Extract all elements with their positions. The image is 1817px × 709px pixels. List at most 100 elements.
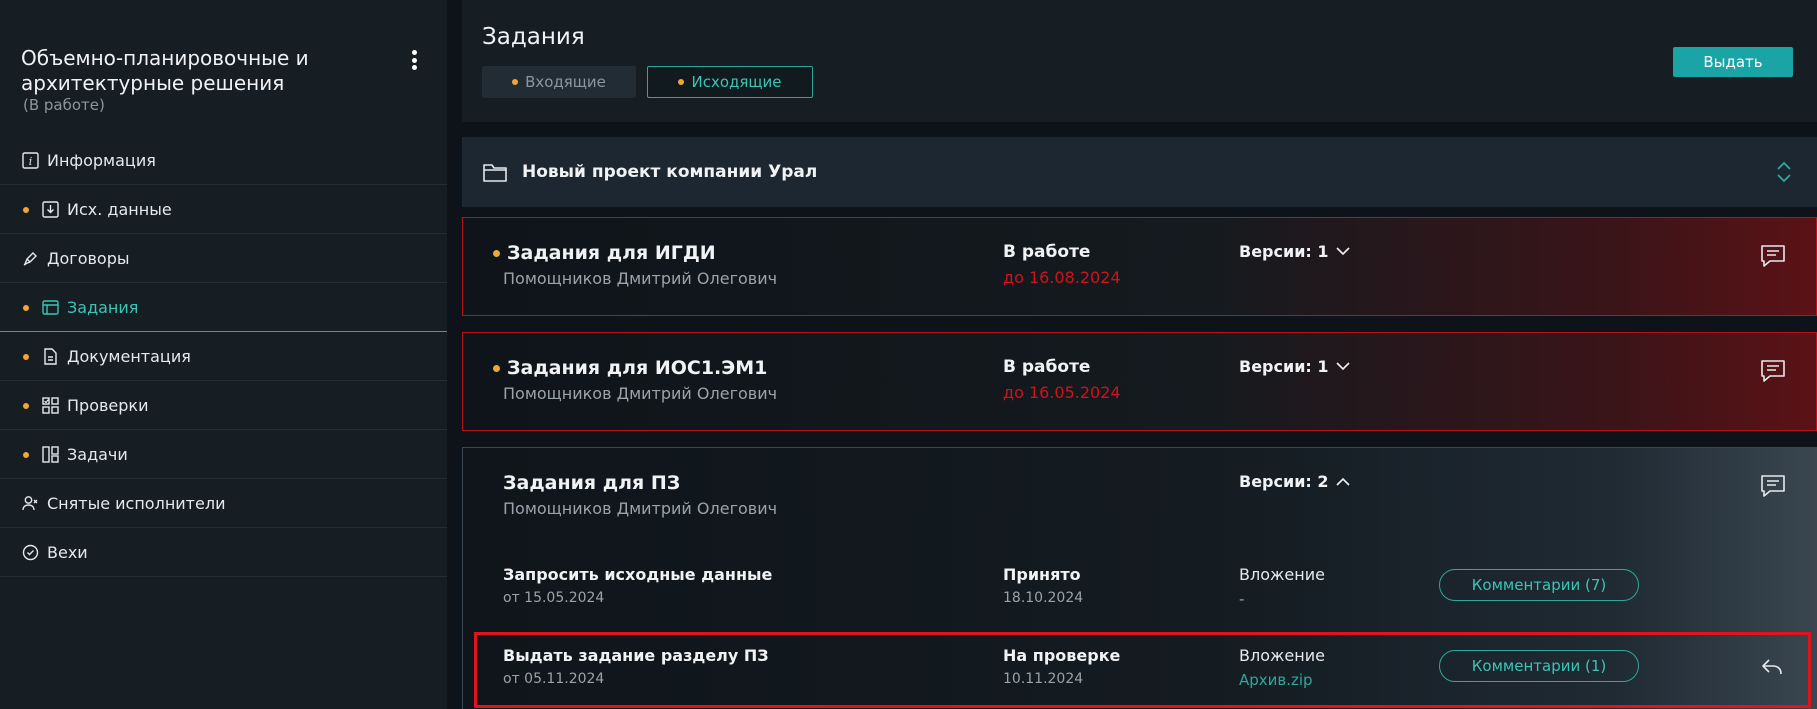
sidebar-item-label: Исх. данные [67, 199, 172, 219]
task-deadline: до 16.08.2024 [1003, 268, 1121, 287]
sidebar-item-label: Документация [67, 346, 191, 366]
sidebar-item-todo[interactable]: Задачи [0, 430, 447, 479]
grid-check-icon [41, 396, 59, 414]
task-status: В работе [1003, 357, 1091, 377]
task-author: Помощников Дмитрий Олегович [503, 384, 778, 403]
comment-icon[interactable] [1760, 474, 1786, 498]
attachment-link[interactable]: Архив.zip [1239, 671, 1313, 689]
sidebar-item-label: Задачи [67, 444, 128, 464]
sidebar-item-label: Снятые исполнители [47, 493, 226, 513]
sidebar-item-label: Задания [67, 297, 139, 317]
notification-dot [23, 354, 29, 360]
version-status: Принято [1003, 565, 1081, 584]
chevron-down-icon [1335, 247, 1350, 256]
folder-icon [483, 164, 507, 182]
version-status-date: 10.11.2024 [1003, 671, 1084, 687]
more-dot [411, 57, 417, 63]
pen-icon [21, 249, 39, 267]
comment-icon[interactable] [1760, 359, 1786, 383]
version-title: Запросить исходные данные [503, 565, 773, 584]
versions-label: Версии: 1 [1239, 242, 1329, 261]
task-author: Помощников Дмитрий Олегович [503, 269, 778, 288]
notification-dot [23, 305, 29, 311]
task-card[interactable]: Задания для ИГДИ Помощников Дмитрий Олег… [462, 217, 1817, 316]
attachment-label: Вложение [1239, 646, 1325, 665]
window-icon [41, 298, 59, 316]
more-dot [411, 50, 417, 55]
sidebar: Объемно-планировочные и архитектурные ре… [0, 0, 447, 709]
notification-dot [493, 249, 500, 257]
sidebar-item-source-data[interactable]: Исх. данные [0, 185, 447, 234]
sidebar-item-checks[interactable]: Проверки [0, 381, 447, 430]
task-title: Задания для ПЗ [503, 472, 680, 494]
sidebar-item-removed-executors[interactable]: Снятые исполнители [0, 479, 447, 528]
more-dot [411, 65, 417, 70]
versions-label: Версии: 2 [1239, 472, 1329, 491]
versions-dropdown[interactable]: Версии: 2 [1239, 472, 1350, 491]
document-icon [41, 347, 59, 365]
sidebar-item-label: Проверки [67, 395, 149, 415]
task-title-text: Задания для ИГДИ [507, 242, 716, 264]
svg-text:i: i [28, 155, 32, 168]
notification-dot [23, 207, 29, 213]
sidebar-nav: i Информация Исх. данные Договоры Задани… [0, 136, 447, 577]
notification-dot [493, 364, 500, 372]
project-name: Новый проект компании Урал [522, 162, 818, 182]
version-date: от 05.11.2024 [503, 671, 605, 687]
version-title: Выдать задание разделу ПЗ [503, 646, 769, 665]
user-remove-icon [21, 494, 39, 512]
expand-collapse-icon[interactable] [1774, 160, 1794, 184]
sidebar-item-info[interactable]: i Информация [0, 136, 447, 185]
notification-dot [23, 452, 29, 458]
sidebar-item-label: Информация [47, 150, 156, 170]
project-group[interactable]: Новый проект компании Урал [462, 137, 1817, 207]
section-status: (В работе) [23, 96, 105, 114]
versions-dropdown[interactable]: Версии: 1 [1239, 242, 1350, 261]
chevron-up-icon [1335, 477, 1350, 486]
sidebar-item-label: Вехи [47, 542, 88, 562]
task-card-expanded[interactable]: Задания для ПЗ Помощников Дмитрий Олегов… [462, 447, 1817, 709]
task-title-text: Задания для ИОС1.ЭМ1 [507, 357, 768, 379]
sidebar-item-label: Договоры [47, 248, 130, 268]
version-date: от 15.05.2024 [503, 590, 605, 606]
sidebar-item-milestones[interactable]: Вехи [0, 528, 447, 577]
comments-button[interactable]: Комментарии (1) [1439, 650, 1639, 682]
more-menu-button[interactable] [405, 46, 423, 74]
notification-dot [512, 79, 519, 85]
issue-button[interactable]: Выдать [1673, 47, 1793, 77]
comments-button[interactable]: Комментарии (7) [1439, 569, 1639, 601]
task-title: Задания для ИОС1.ЭМ1 [493, 357, 768, 379]
sidebar-item-contracts[interactable]: Договоры [0, 234, 447, 283]
notification-dot [23, 403, 29, 409]
chevron-down-icon [1335, 362, 1350, 371]
tab-outgoing[interactable]: Исходящие [647, 66, 813, 98]
version-row: Запросить исходные данные от 15.05.2024 … [463, 549, 1816, 629]
task-status: В работе [1003, 242, 1091, 262]
info-icon: i [21, 151, 39, 169]
versions-dropdown[interactable]: Версии: 1 [1239, 357, 1350, 376]
version-row: Выдать задание разделу ПЗ от 05.11.2024 … [463, 630, 1816, 709]
attachment-value: - [1239, 590, 1245, 608]
page-header: Задания Входящие Исходящие Выдать [462, 0, 1817, 122]
board-icon [41, 445, 59, 463]
page-title: Задания [482, 24, 585, 50]
notification-dot [678, 79, 685, 85]
versions-label: Версии: 1 [1239, 357, 1329, 376]
sidebar-item-documentation[interactable]: Документация [0, 332, 447, 381]
version-status: На проверке [1003, 646, 1121, 665]
check-circle-icon [21, 543, 39, 561]
tab-label: Исходящие [691, 73, 782, 91]
reply-icon[interactable] [1761, 658, 1783, 676]
download-icon [41, 200, 59, 218]
task-title: Задания для ИГДИ [493, 242, 716, 264]
task-card[interactable]: Задания для ИОС1.ЭМ1 Помощников Дмитрий … [462, 332, 1817, 431]
attachment-label: Вложение [1239, 565, 1325, 584]
tab-label: Входящие [525, 73, 606, 91]
section-title: Объемно-планировочные и архитектурные ре… [21, 46, 309, 95]
task-deadline: до 16.05.2024 [1003, 383, 1121, 402]
task-title-text: Задания для ПЗ [503, 472, 681, 494]
comment-icon[interactable] [1760, 244, 1786, 268]
sidebar-item-tasks-active[interactable]: Задания [0, 283, 447, 332]
task-author: Помощников Дмитрий Олегович [503, 499, 778, 518]
tab-incoming[interactable]: Входящие [482, 66, 636, 98]
